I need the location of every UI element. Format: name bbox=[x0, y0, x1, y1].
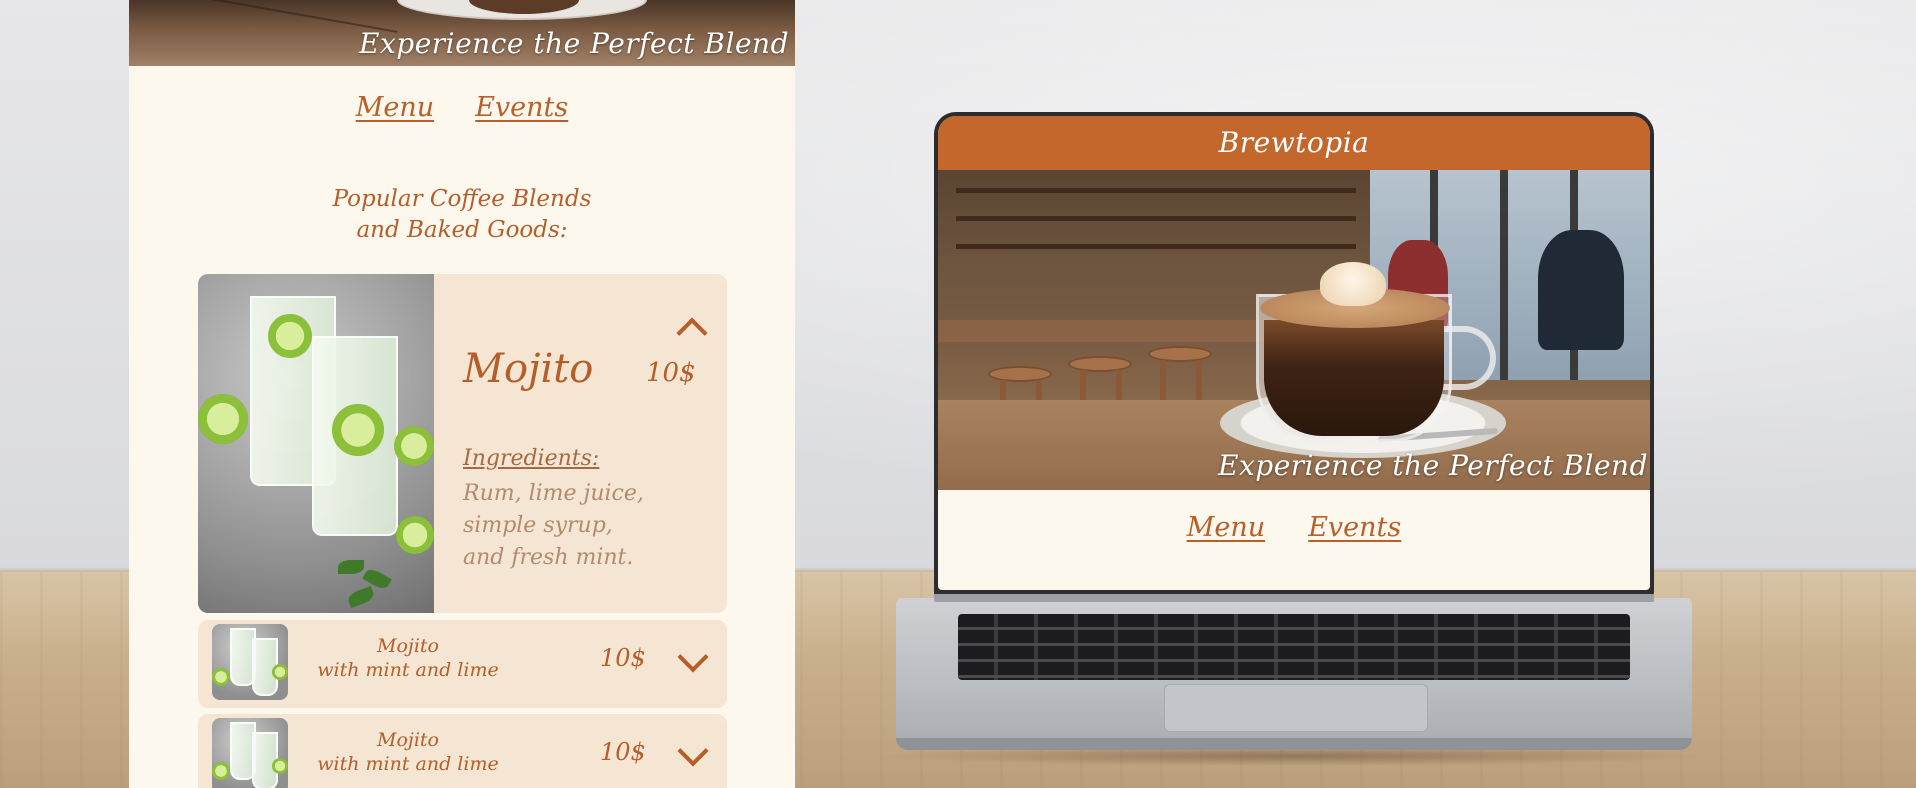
lime-slice bbox=[212, 668, 230, 686]
ingredients-line: and fresh mint. bbox=[463, 545, 634, 570]
keyboard-rows bbox=[958, 614, 1630, 680]
lime-slice bbox=[272, 758, 288, 774]
ingredients-line: Rum, lime juice, bbox=[463, 481, 644, 506]
row-title: Mojito with mint and lime bbox=[298, 634, 518, 682]
chevron-up-icon[interactable] bbox=[676, 317, 708, 349]
ingredients-text: Rum, lime juice, simple syrup, and fresh… bbox=[463, 478, 713, 574]
ingredients-line: simple syrup, bbox=[463, 513, 613, 538]
row-item-name: Mojito bbox=[377, 729, 439, 751]
header-bar: Brewtopia bbox=[938, 116, 1650, 170]
laptop-base-edge bbox=[896, 738, 1692, 750]
section-heading: Popular Coffee Blends and Baked Goods: bbox=[129, 184, 795, 246]
menu-item-expanded[interactable]: Mojito 10$ Ingredients: Rum, lime juice,… bbox=[198, 274, 727, 613]
lime-slice bbox=[198, 394, 248, 444]
stool bbox=[988, 366, 1052, 382]
mojito-thumbnail bbox=[212, 624, 288, 700]
chevron-down-icon[interactable] bbox=[677, 735, 709, 767]
window-mullion bbox=[1500, 170, 1508, 380]
mobile-hero-tagline: Experience the Perfect Blend bbox=[359, 27, 789, 60]
laptop-hinge bbox=[934, 594, 1654, 602]
nav-link-menu[interactable]: Menu bbox=[1187, 512, 1265, 543]
chevron-down-icon[interactable] bbox=[677, 641, 709, 673]
menu-item-collapsed[interactable]: Mojito with mint and lime 10$ bbox=[198, 620, 727, 708]
laptop-trackpad bbox=[1164, 684, 1428, 732]
row-item-price: 10$ bbox=[600, 644, 646, 672]
row-item-subtitle: with mint and lime bbox=[317, 753, 499, 775]
lime-slice bbox=[396, 516, 434, 554]
whipped-foam bbox=[1320, 262, 1386, 306]
laptop-screen: Brewtopia Experience the Perfect Blend M… bbox=[938, 116, 1650, 590]
lime-slice bbox=[332, 404, 384, 456]
row-item-price: 10$ bbox=[600, 738, 646, 766]
stool bbox=[1148, 346, 1212, 362]
row-item-name: Mojito bbox=[377, 635, 439, 657]
hero-tagline: Experience the Perfect Blend bbox=[1218, 449, 1648, 482]
row-item-subtitle: with mint and lime bbox=[317, 659, 499, 681]
item-name: Mojito bbox=[463, 346, 594, 392]
mobile-mockup: Experience the Perfect Blend Menu Events… bbox=[129, 0, 795, 788]
stool bbox=[1068, 356, 1132, 372]
section-heading-line1: Popular Coffee Blends bbox=[332, 186, 592, 212]
main-nav: Menu Events bbox=[938, 512, 1650, 543]
item-price: 10$ bbox=[646, 358, 696, 388]
lime-slice bbox=[272, 664, 288, 680]
brand-title[interactable]: Brewtopia bbox=[1219, 126, 1370, 159]
shelf bbox=[956, 188, 1356, 193]
mojito-thumbnail bbox=[212, 718, 288, 788]
lime-slice bbox=[394, 426, 434, 466]
lime-slice bbox=[212, 762, 230, 780]
menu-item-collapsed[interactable]: Mojito with mint and lime 10$ bbox=[198, 714, 727, 788]
mint-leaf bbox=[346, 585, 376, 609]
shelf bbox=[956, 244, 1356, 249]
hero-image: Experience the Perfect Blend bbox=[938, 170, 1650, 490]
mojito-photo bbox=[198, 274, 434, 613]
row-title: Mojito with mint and lime bbox=[298, 728, 518, 776]
mobile-nav: Menu Events bbox=[129, 92, 795, 123]
section-heading-line2: and Baked Goods: bbox=[356, 217, 568, 243]
patron bbox=[1538, 230, 1624, 350]
mint-leaf bbox=[338, 560, 364, 574]
coffee-liquid bbox=[1264, 320, 1444, 436]
nav-link-menu[interactable]: Menu bbox=[356, 92, 434, 123]
ingredients-label: Ingredients: bbox=[463, 446, 600, 471]
shelf bbox=[956, 216, 1356, 221]
mobile-hero-image: Experience the Perfect Blend bbox=[129, 0, 795, 66]
nav-link-events[interactable]: Events bbox=[475, 92, 568, 123]
nav-link-events[interactable]: Events bbox=[1308, 512, 1401, 543]
lime-slice bbox=[268, 314, 312, 358]
